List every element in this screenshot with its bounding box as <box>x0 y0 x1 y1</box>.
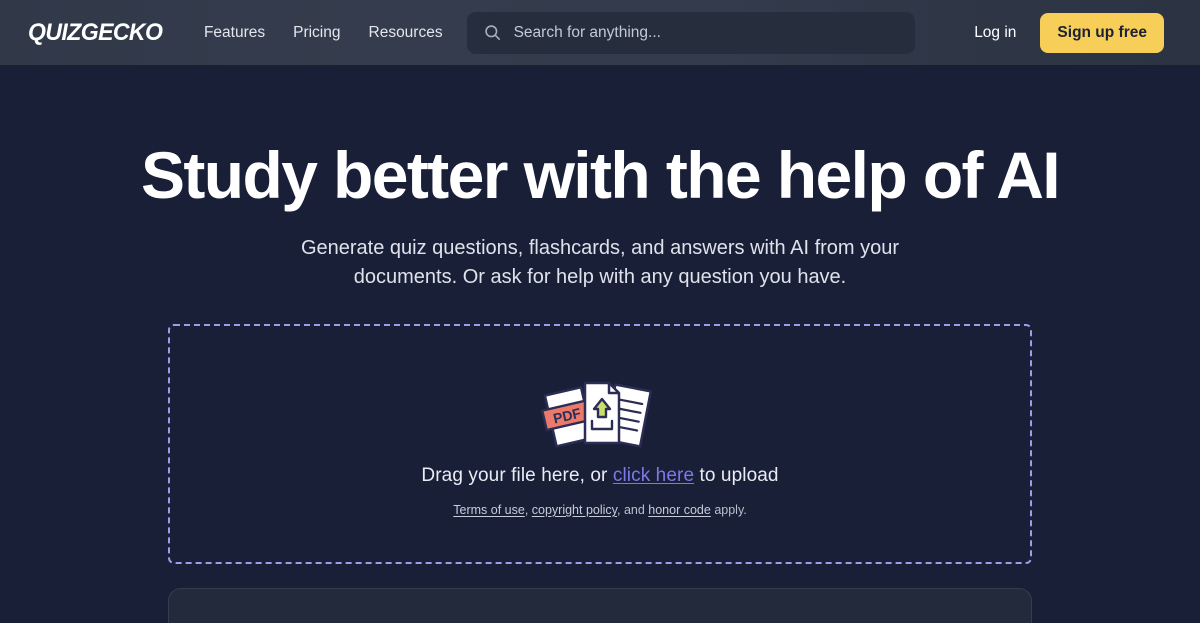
click-here-upload-link[interactable]: click here <box>613 465 694 486</box>
send-button[interactable] <box>965 619 999 623</box>
site-header: QUIZGECKO Features Pricing Resources Log… <box>0 0 1200 65</box>
login-link[interactable]: Log in <box>966 18 1024 48</box>
dropzone-instruction: Drag your file here, or click here to up… <box>421 465 778 487</box>
legal-suffix: apply. <box>710 503 747 518</box>
legal-sep-1: , <box>524 503 532 518</box>
dropzone-instruction-suffix: to upload <box>694 465 779 487</box>
search-input[interactable] <box>513 23 899 42</box>
file-dropzone[interactable]: PDF Drag your file here, or click here t… <box>168 324 1032 565</box>
legal-notice: Terms of use, copyright policy, and hono… <box>453 503 747 517</box>
header-actions: Log in Sign up free <box>966 12 1164 53</box>
terms-of-use-link[interactable]: Terms of use <box>453 503 525 517</box>
nav-item-pricing[interactable]: Pricing <box>293 24 340 42</box>
nav-item-features[interactable]: Features <box>204 24 265 42</box>
honor-code-link[interactable]: honor code <box>648 503 711 517</box>
nav-item-resources[interactable]: Resources <box>369 24 443 42</box>
hero-section: Study better with the help of AI Generat… <box>0 138 1200 623</box>
signup-button[interactable]: Sign up free <box>1040 12 1164 53</box>
dropzone-instruction-prefix: Drag your file here, or <box>421 465 613 487</box>
legal-sep-2: , and <box>617 503 649 518</box>
hero-subtitle: Generate quiz questions, flashcards, and… <box>300 237 900 288</box>
main-navigation: Features Pricing Resources <box>204 24 443 42</box>
search-bar[interactable] <box>466 11 915 54</box>
upload-documents-icon: PDF <box>541 381 652 448</box>
page-title: Study better with the help of AI <box>140 138 1061 212</box>
copyright-policy-link[interactable]: copyright policy <box>532 503 617 517</box>
question-input-box[interactable] <box>168 588 1032 623</box>
brand-logo[interactable]: QUIZGECKO <box>28 19 163 47</box>
search-icon <box>484 25 500 41</box>
